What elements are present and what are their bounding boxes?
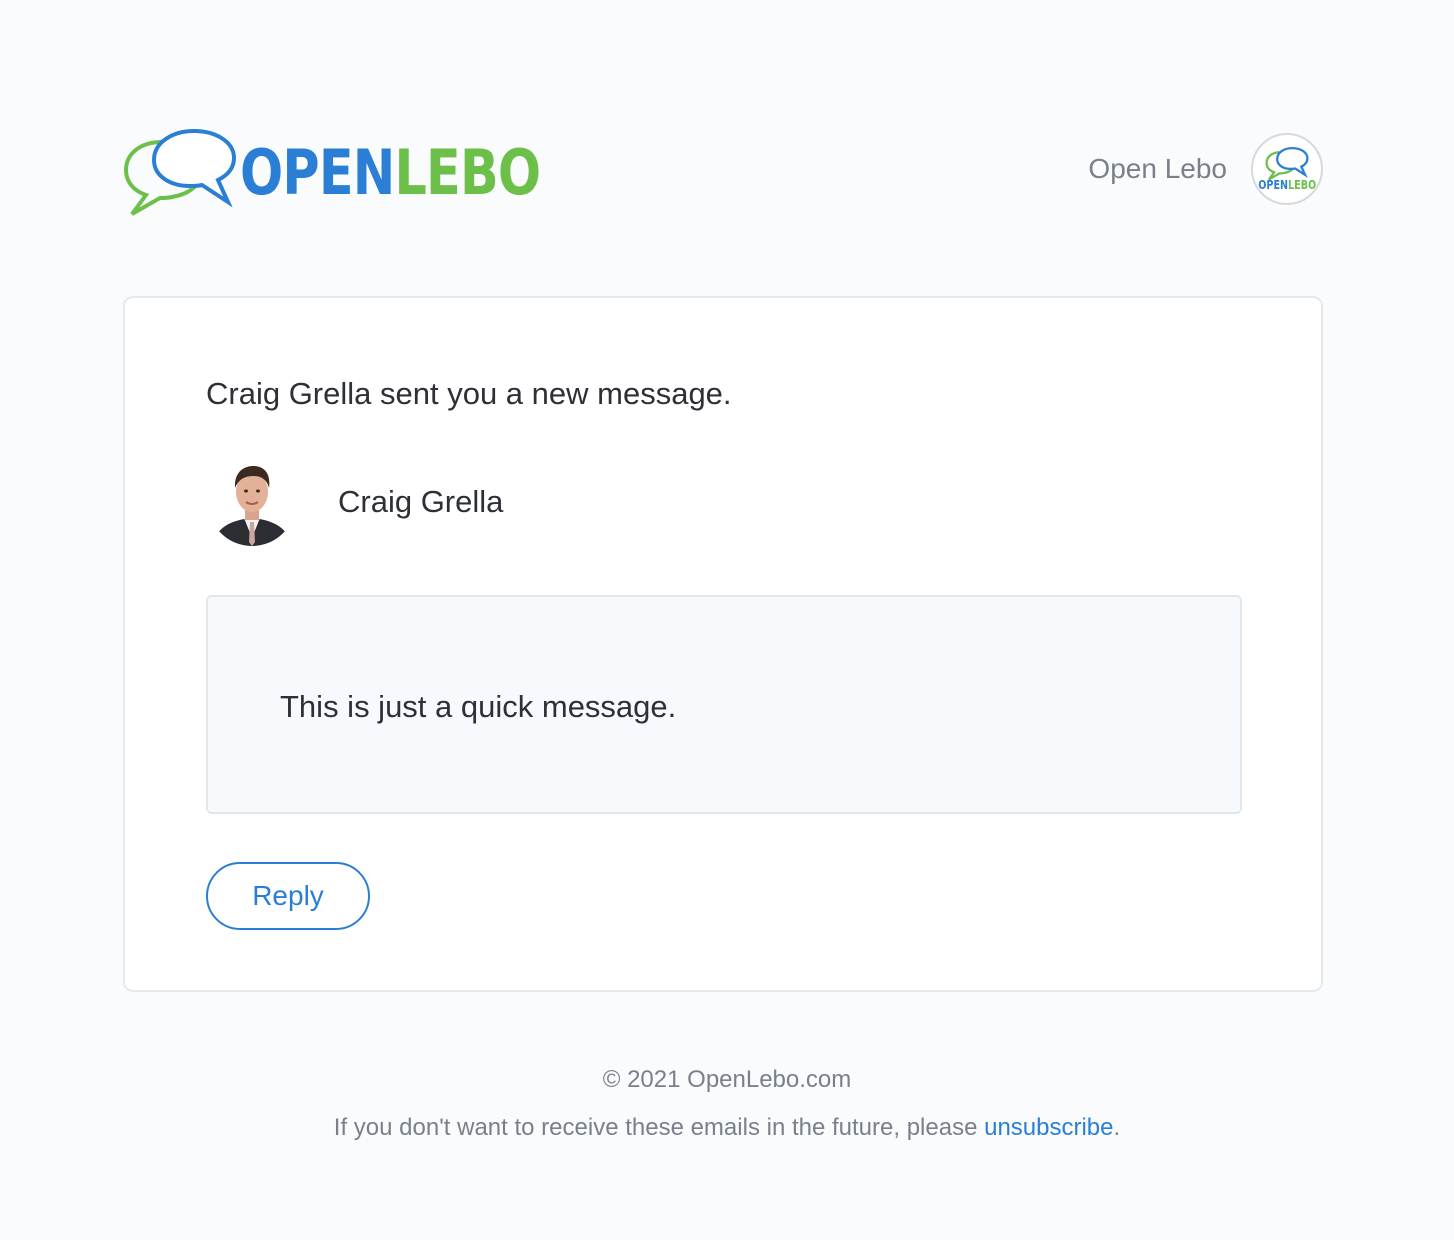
unsubscribe-link[interactable]: unsubscribe: [984, 1114, 1113, 1141]
sender-avatar[interactable]: [208, 458, 296, 546]
avatar-wordmark: OPENLEBO: [1258, 179, 1316, 191]
chat-bubbles-icon: [1265, 147, 1309, 181]
logo-word-lebo: LEBO: [394, 136, 541, 209]
unsubscribe-suffix: .: [1113, 1114, 1121, 1141]
email-footer: © 2021 OpenLebo.com If you don't want to…: [0, 1066, 1454, 1142]
message-card: Craig Grella sent you a new message. Cra…: [123, 296, 1323, 992]
message-body-box: This is just a quick message.: [206, 595, 1242, 814]
person-portrait-icon: [208, 458, 296, 546]
unsubscribe-prefix: If you don't want to receive these email…: [333, 1114, 985, 1141]
sender-row: Craig Grella: [208, 458, 503, 546]
account-avatar[interactable]: OPENLEBO: [1251, 133, 1323, 205]
account-info: Open Lebo OPENLEBO: [1088, 133, 1323, 205]
avatar-word-open: OPEN: [1258, 178, 1288, 192]
notification-headline: Craig Grella sent you a new message.: [206, 376, 732, 411]
message-text: This is just a quick message.: [280, 689, 677, 724]
reply-button[interactable]: Reply: [206, 862, 370, 930]
logo-wordmark: OPENLEBO: [240, 142, 541, 204]
account-name: Open Lebo: [1088, 153, 1227, 184]
email-page: OPENLEBO Open Lebo OPENLEBO Craig Grella…: [0, 0, 1454, 1240]
unsubscribe-line: If you don't want to receive these email…: [0, 1114, 1454, 1142]
openlebo-logo[interactable]: OPENLEBO: [124, 128, 606, 218]
avatar-word-lebo: LEBO: [1287, 178, 1316, 192]
sender-name: Craig Grella: [338, 484, 504, 519]
copyright-text: © 2021 OpenLebo.com: [602, 1066, 852, 1093]
logo-word-open: OPEN: [240, 136, 395, 209]
chat-bubbles-icon: [124, 128, 236, 216]
